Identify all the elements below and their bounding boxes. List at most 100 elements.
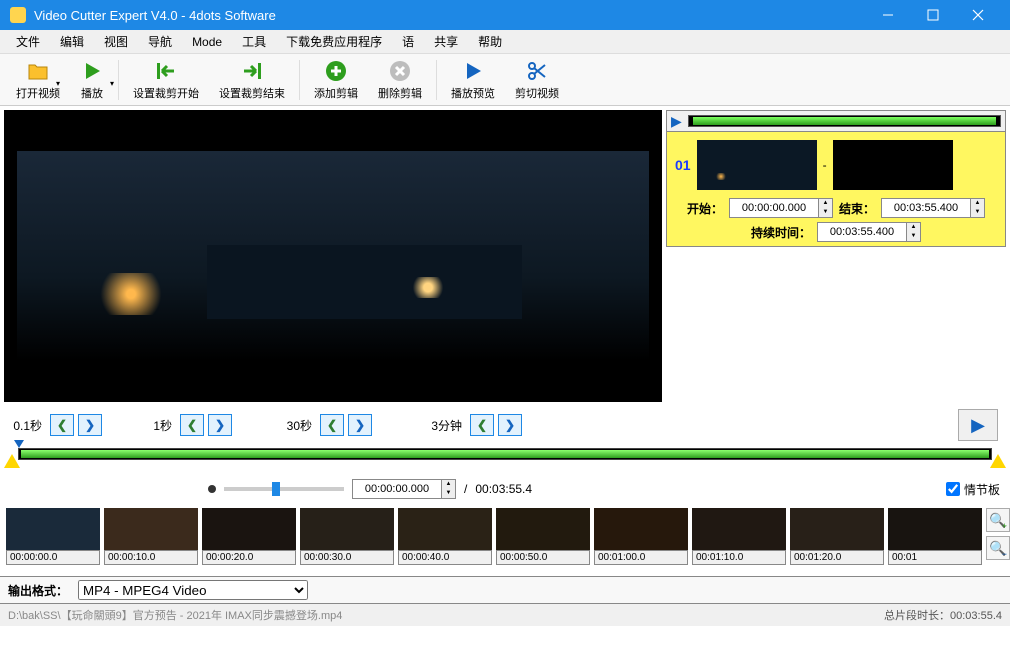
end-spinner[interactable]: ▲▼ (971, 198, 985, 218)
open-button[interactable]: 打开视频 (6, 55, 70, 105)
menu-视图[interactable]: 视图 (94, 31, 138, 52)
total-time: 00:03:55.4 (475, 482, 532, 496)
story-item[interactable]: 00:01:00.0 (594, 508, 688, 565)
del-cut-button[interactable]: 删除剪辑 (368, 55, 432, 105)
story-time: 00:00:20.0 (202, 550, 296, 565)
story-time: 00:00:00.0 (6, 550, 100, 565)
duration-label: 持续时间： (751, 224, 811, 241)
story-thumb (790, 508, 884, 550)
story-time: 00:00:30.0 (300, 550, 394, 565)
cut-video-button[interactable]: 剪切视频 (505, 55, 569, 105)
story-item[interactable]: 00:00:10.0 (104, 508, 198, 565)
statusbar: D:\bak\SS\【玩命關頭9】官方预告 - 2021年 IMAX同步震撼登场… (0, 604, 1010, 626)
start-input[interactable] (729, 198, 819, 218)
window-title: Video Cutter Expert V4.0 - 4dots Softwar… (34, 8, 865, 23)
play-button[interactable]: 播放 (70, 55, 114, 105)
end-input[interactable] (881, 198, 971, 218)
menubar: 文件编辑视图导航Mode工具下载免费应用程序语共享帮助 (0, 30, 1010, 54)
clip-play-button[interactable]: ▶ (671, 113, 682, 130)
duration-input[interactable] (817, 222, 907, 242)
clip-panel: ▶ 01 - 开始： ▲▼ 结束： ▲▼ 持续时间： ▲▼ (666, 110, 1006, 402)
folder-icon (26, 59, 50, 83)
seek-back-30s[interactable]: ❮ (320, 414, 344, 436)
playhead[interactable] (14, 442, 24, 466)
maximize-button[interactable] (910, 0, 955, 30)
clip-thumb-end[interactable] (833, 140, 953, 190)
start-spinner[interactable]: ▲▼ (819, 198, 833, 218)
seek-back-1s[interactable]: ❮ (180, 414, 204, 436)
story-thumb (888, 508, 982, 550)
story-thumb (104, 508, 198, 550)
set-start-button[interactable]: 设置裁剪开始 (123, 55, 209, 105)
menu-Mode[interactable]: Mode (182, 33, 232, 51)
seek-back-3m[interactable]: ❮ (470, 414, 494, 436)
menu-导航[interactable]: 导航 (138, 31, 182, 52)
arrow-right-bar-icon (240, 59, 264, 83)
add-cut-button[interactable]: 添加剪辑 (304, 55, 368, 105)
clip-index: 01 (675, 157, 691, 173)
timeline[interactable] (10, 442, 1000, 472)
seek-fwd-3m[interactable]: ❯ (498, 414, 522, 436)
menu-语[interactable]: 语 (392, 31, 424, 52)
play-preview-button[interactable]: 播放预览 (441, 55, 505, 105)
menu-下载免费应用程序[interactable]: 下载免费应用程序 (276, 31, 392, 52)
plus-circle-icon (324, 59, 348, 83)
position-spinner[interactable]: ▲▼ (442, 479, 456, 499)
tool-label: 打开视频 (16, 85, 60, 101)
video-preview[interactable] (4, 110, 662, 402)
zoom-out-button[interactable]: 🔍− (986, 536, 1010, 560)
seek-row: 0.1秒 ❮ ❯ 1秒 ❮ ❯ 30秒 ❮ ❯ 3分钟 ❮ ❯ ▶ (0, 410, 1010, 440)
start-label: 开始： (687, 200, 723, 217)
story-thumb (6, 508, 100, 550)
story-item[interactable]: 00:01:10.0 (692, 508, 786, 565)
story-item[interactable]: 00:00:30.0 (300, 508, 394, 565)
toolbar: 打开视频播放设置裁剪开始设置裁剪结束 添加剪辑删除剪辑 播放预览剪切视频 (0, 54, 1010, 106)
minimize-button[interactable] (865, 0, 910, 30)
seek-fwd-1s[interactable]: ❯ (208, 414, 232, 436)
seek-fwd-01s[interactable]: ❯ (78, 414, 102, 436)
story-item[interactable]: 00:01:20.0 (790, 508, 884, 565)
set-end-button[interactable]: 设置裁剪结束 (209, 55, 295, 105)
seek-back-01s[interactable]: ❮ (50, 414, 74, 436)
close-button[interactable] (955, 0, 1000, 30)
storyboard-label: 情节板 (964, 481, 1000, 498)
story-time: 00:01:10.0 (692, 550, 786, 565)
clip-thumb-start[interactable] (697, 140, 817, 190)
output-format-select[interactable]: MP4 - MPEG4 Video (78, 580, 308, 600)
story-item[interactable]: 00:00:50.0 (496, 508, 590, 565)
menu-编辑[interactable]: 编辑 (50, 31, 94, 52)
story-item[interactable]: 00:01 (888, 508, 982, 565)
story-time: 00:01:20.0 (790, 550, 884, 565)
range-end-handle[interactable] (990, 454, 1006, 468)
menu-帮助[interactable]: 帮助 (468, 31, 512, 52)
story-thumb (496, 508, 590, 550)
tool-label: 删除剪辑 (378, 85, 422, 101)
dot-icon (208, 485, 216, 493)
story-item[interactable]: 00:00:00.0 (6, 508, 100, 565)
story-item[interactable]: 00:00:40.0 (398, 508, 492, 565)
play-big-button[interactable]: ▶ (958, 409, 998, 441)
menu-共享[interactable]: 共享 (424, 31, 468, 52)
seek-label-1s: 1秒 (106, 417, 176, 434)
story-item[interactable]: 00:00:20.0 (202, 508, 296, 565)
menu-文件[interactable]: 文件 (6, 31, 50, 52)
seek-label-30s: 30秒 (236, 417, 316, 434)
tool-label: 设置裁剪结束 (219, 85, 285, 101)
story-time: 00:00:10.0 (104, 550, 198, 565)
duration-spinner[interactable]: ▲▼ (907, 222, 921, 242)
story-time: 00:00:50.0 (496, 550, 590, 565)
clip-progress[interactable] (688, 115, 1001, 127)
storyboard-checkbox[interactable] (946, 482, 960, 496)
menu-工具[interactable]: 工具 (232, 31, 276, 52)
story-time: 00:01 (888, 550, 982, 565)
seek-label-01s: 0.1秒 (6, 417, 46, 434)
story-thumb (202, 508, 296, 550)
seek-label-3m: 3分钟 (376, 417, 466, 434)
speed-slider[interactable] (224, 487, 344, 491)
zoom-in-button[interactable]: 🔍+ (986, 508, 1010, 532)
scissors-icon (525, 59, 549, 83)
position-bar: ▲▼ / 00:03:55.4 情节板 (0, 474, 1010, 504)
seek-fwd-30s[interactable]: ❯ (348, 414, 372, 436)
position-input[interactable] (352, 479, 442, 499)
output-row: 输出格式： MP4 - MPEG4 Video (0, 576, 1010, 604)
